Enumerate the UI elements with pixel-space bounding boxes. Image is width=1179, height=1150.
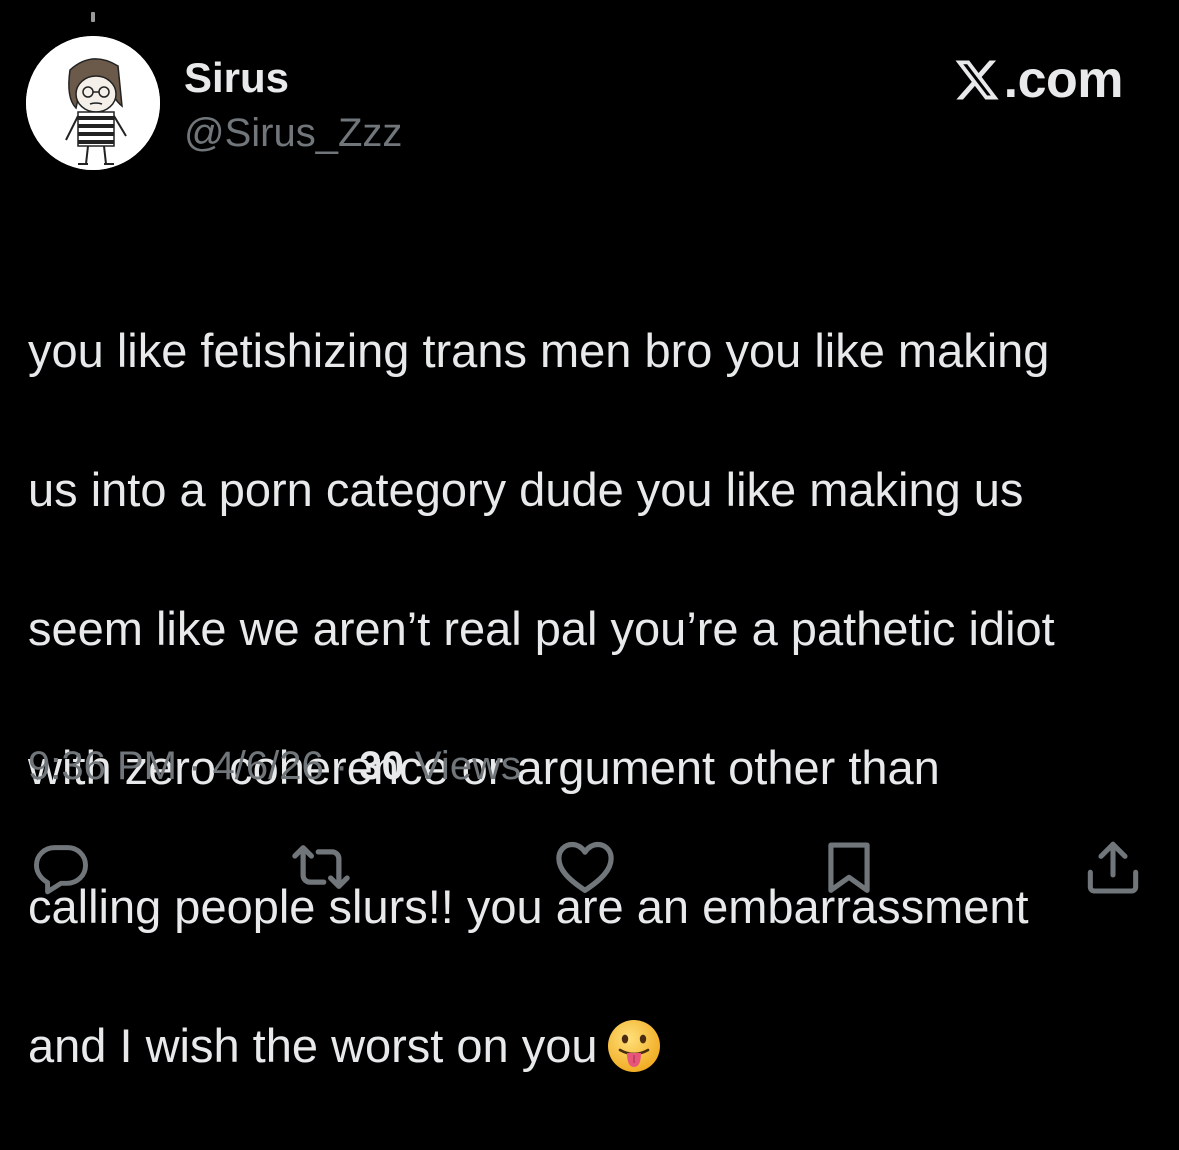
author-handle[interactable]: @Sirus_Zzz (184, 108, 402, 158)
views-label: Views (414, 744, 521, 788)
reply-button[interactable] (26, 832, 96, 902)
retweet-button[interactable] (286, 832, 356, 902)
reply-icon (34, 845, 88, 895)
heart-icon (556, 841, 614, 893)
author-display-name[interactable]: Sirus (184, 52, 289, 104)
cartoon-avatar-icon (26, 36, 160, 170)
brand-text: .com (1003, 51, 1124, 109)
tweet-meta: 9:36 PM · 4/6/26 · 30 Views (28, 740, 521, 792)
face-with-tongue-emoji-icon (607, 1019, 660, 1072)
views-count: 30 (359, 744, 404, 788)
meta-separator: · (188, 744, 202, 788)
tweet-date[interactable]: 4/6/26 (213, 744, 324, 788)
tweet-text-line: and I wish the worst on you (28, 1018, 598, 1072)
tweet-text-line: you like fetishizing trans men bro you l… (28, 323, 1050, 377)
bookmark-icon (828, 842, 870, 893)
status-indicator (91, 12, 95, 22)
meta-separator: · (334, 744, 349, 788)
like-button[interactable] (550, 832, 620, 902)
tweet-text-line: seem like we aren’t real pal you’re a pa… (28, 601, 1055, 655)
share-button[interactable] (1078, 832, 1148, 902)
tweet-time[interactable]: 9:36 PM (28, 744, 177, 788)
bookmark-button[interactable] (814, 832, 884, 902)
tweet-text: you like fetishizing trans men bro you l… (28, 246, 1168, 1150)
tweet-card: Sirus @Sirus_Zzz .com you like fetishizi… (0, 0, 1179, 1072)
retweet-icon (292, 845, 350, 889)
share-icon (1087, 841, 1139, 894)
avatar[interactable] (26, 36, 160, 170)
tweet-text-line: us into a porn category dude you like ma… (28, 462, 1024, 516)
action-bar (0, 832, 1179, 902)
x-logo-icon (955, 60, 999, 100)
brand-mark: .com (952, 51, 1124, 109)
